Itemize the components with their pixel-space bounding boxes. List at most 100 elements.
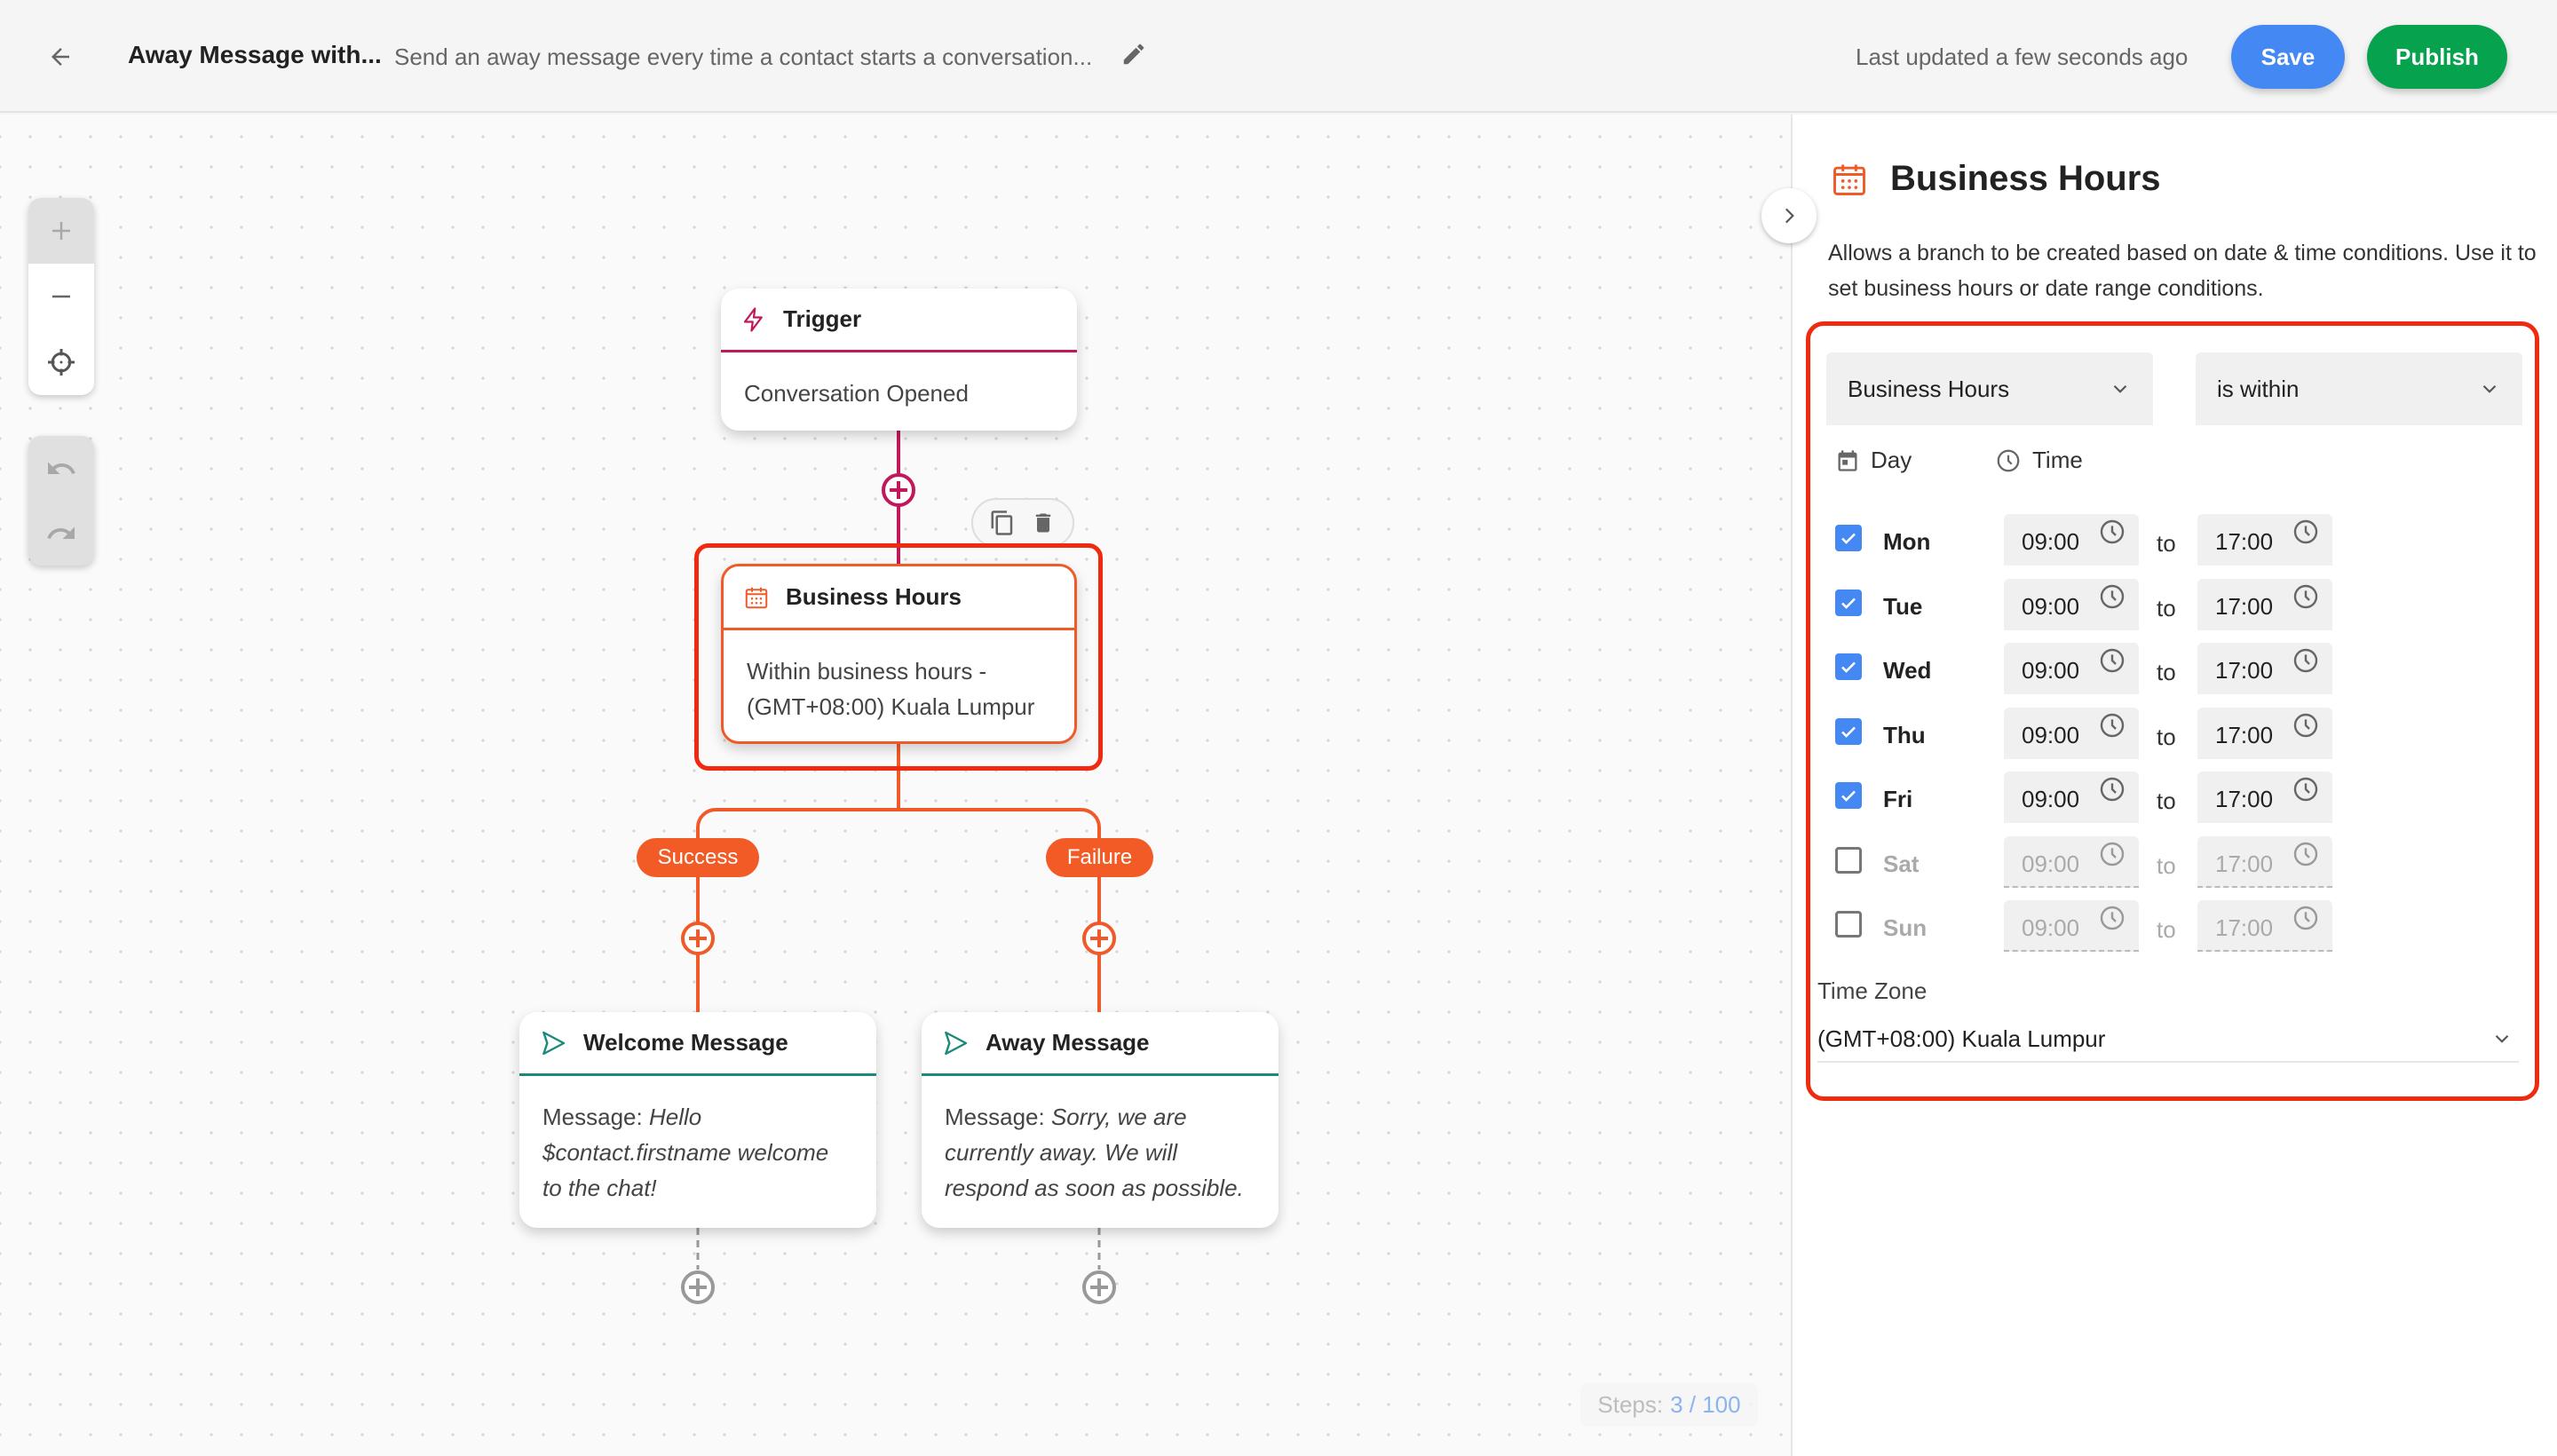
clock-icon — [2293, 648, 2318, 673]
properties-panel: Business Hours Allows a branch to be cre… — [1791, 115, 2557, 1456]
end-time-input[interactable]: 17:00 — [2197, 578, 2332, 630]
day-name: Tue — [1883, 592, 1923, 620]
edit-title-button[interactable] — [1120, 41, 1151, 71]
chevron-down-icon — [2495, 1034, 2509, 1043]
end-time-input[interactable]: 17:00 — [2197, 643, 2332, 694]
panel-title: Business Hours — [1890, 159, 2161, 198]
clock-icon — [2100, 842, 2125, 866]
clock-icon — [2100, 648, 2125, 673]
condition-operator-select[interactable]: is within — [2196, 352, 2522, 425]
clock-icon — [1997, 449, 2020, 471]
add-step-button[interactable] — [1081, 921, 1117, 956]
clock-icon — [2293, 713, 2318, 737]
timezone-select[interactable]: (GMT+08:00) Kuala Lumpur — [1817, 1017, 2519, 1063]
day-row-mon: Mon 09:00 to 17:00 — [1810, 514, 2521, 567]
day-checkbox[interactable] — [1835, 525, 1862, 551]
away-message-node[interactable]: Away Message Message: Sorry, we are curr… — [922, 1012, 1278, 1228]
clock-icon — [2293, 584, 2318, 608]
last-updated-status: Last updated a few seconds ago — [1856, 44, 2189, 70]
end-time-input[interactable]: 17:00 — [2197, 772, 2332, 823]
to-label: to — [2157, 594, 2176, 621]
trigger-node[interactable]: Trigger Conversation Opened — [721, 289, 1077, 431]
clock-icon — [2100, 584, 2125, 608]
start-time-input[interactable]: 09:00 — [2004, 514, 2139, 566]
time-value: 09:00 — [2022, 721, 2080, 748]
day-name: Mon — [1883, 528, 1931, 555]
add-step-button[interactable] — [680, 921, 716, 956]
add-step-button[interactable] — [1081, 1270, 1117, 1305]
time-value: 09:00 — [2022, 657, 2080, 684]
arrow-left-icon — [51, 48, 69, 66]
delete-node-button[interactable] — [1027, 507, 1059, 539]
day-checkbox[interactable] — [1835, 846, 1862, 874]
start-time-input[interactable]: 09:00 — [2004, 578, 2139, 630]
start-time-input[interactable]: 09:00 — [2004, 707, 2139, 759]
collapse-panel-button[interactable] — [1761, 188, 1817, 243]
time-value: 17:00 — [2215, 592, 2274, 620]
to-label: to — [2157, 659, 2176, 685]
time-value: 17:00 — [2215, 657, 2274, 684]
clock-icon — [2293, 906, 2318, 930]
calendar-day-icon — [1838, 449, 1857, 471]
publish-button[interactable]: Publish — [2367, 25, 2507, 89]
node-header: Welcome Message — [519, 1012, 876, 1076]
check-icon — [1841, 726, 1856, 738]
day-row-sat: Sat 09:00 to 17:00 — [1810, 835, 2521, 890]
start-time-input[interactable]: 09:00 — [2004, 643, 2139, 694]
day-checkbox[interactable] — [1835, 911, 1862, 938]
steps-label: Steps: — [1597, 1390, 1664, 1418]
node-body: Within business hours - (GMT+08:00) Kual… — [724, 630, 1074, 748]
condition-field-select[interactable]: Business Hours — [1826, 352, 2153, 425]
duplicate-node-button[interactable] — [986, 507, 1018, 539]
check-icon — [1841, 533, 1856, 544]
save-button[interactable]: Save — [2231, 25, 2345, 89]
select-value: (GMT+08:00) Kuala Lumpur — [1817, 1025, 2106, 1052]
start-time-input[interactable]: 09:00 — [2004, 900, 2139, 952]
start-time-input[interactable]: 09:00 — [2004, 835, 2139, 888]
day-checkbox[interactable] — [1835, 589, 1862, 616]
steps-counter: Steps: 3 / 100 — [1580, 1382, 1758, 1427]
trash-icon — [1035, 513, 1051, 533]
day-name: Fri — [1883, 786, 1913, 812]
end-time-input[interactable]: 17:00 — [2197, 835, 2332, 888]
node-title: Away Message — [986, 1029, 1150, 1056]
day-name: Sat — [1883, 850, 1920, 877]
clock-icon — [2293, 777, 2318, 802]
add-step-button[interactable] — [680, 1270, 716, 1305]
check-icon — [1841, 790, 1856, 802]
clock-icon — [2100, 777, 2125, 802]
day-checkbox[interactable] — [1835, 717, 1862, 745]
end-time-input[interactable]: 17:00 — [2197, 900, 2332, 952]
connector-branch-split — [696, 808, 1101, 838]
time-value: 09:00 — [2022, 914, 2080, 941]
pencil-icon — [1123, 44, 1144, 65]
end-time-input[interactable]: 17:00 — [2197, 707, 2332, 759]
day-checkbox[interactable] — [1835, 782, 1862, 809]
branch-label-success: Success — [637, 838, 759, 877]
clock-icon — [2100, 713, 2125, 737]
add-step-button[interactable] — [881, 472, 916, 508]
condition-settings: Business Hours is within Day Time Mon 09:… — [1806, 321, 2539, 1101]
to-label: to — [2157, 530, 2176, 557]
branch-label-failure: Failure — [1046, 838, 1153, 877]
to-label: to — [2157, 723, 2176, 750]
end-time-input[interactable]: 17:00 — [2197, 514, 2332, 566]
start-time-input[interactable]: 09:00 — [2004, 772, 2139, 823]
lightning-icon — [743, 306, 763, 332]
node-title: Business Hours — [786, 583, 962, 610]
business-hours-node[interactable]: Business Hours Within business hours - (… — [721, 564, 1077, 744]
welcome-message-node[interactable]: Welcome Message Message: Hello $contact.… — [519, 1012, 876, 1228]
clock-icon — [2293, 842, 2318, 866]
day-checkbox[interactable] — [1835, 653, 1862, 680]
time-value: 17:00 — [2215, 850, 2274, 877]
node-header: Away Message — [922, 1012, 1278, 1076]
column-label: Time — [2032, 447, 2083, 473]
time-value: 09:00 — [2022, 786, 2080, 812]
to-label: to — [2157, 916, 2176, 943]
flow-canvas[interactable]: Trigger Conversation Opened Business Hou… — [0, 115, 1791, 1456]
back-button[interactable] — [43, 39, 78, 75]
node-title: Welcome Message — [583, 1029, 788, 1056]
column-label: Day — [1871, 447, 1912, 473]
time-value: 17:00 — [2215, 528, 2274, 555]
node-title: Trigger — [783, 305, 862, 332]
